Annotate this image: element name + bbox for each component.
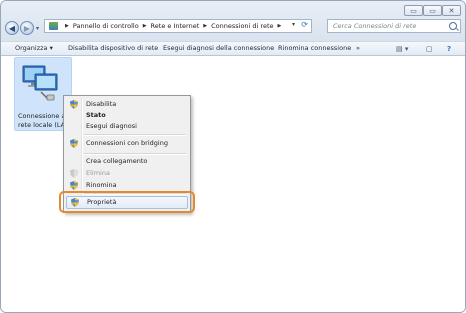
menu-separator: [84, 153, 186, 155]
address-dropdown-icon[interactable]: ▾: [292, 21, 295, 28]
search-placeholder: Cerca Connessioni di rete: [333, 22, 417, 30]
chevron-right-icon[interactable]: ▶: [203, 23, 207, 29]
search-input[interactable]: Cerca Connessioni di rete: [327, 19, 461, 33]
menu-item-delete: Elimina: [66, 168, 188, 179]
arrow-right-icon: ▶: [23, 23, 31, 33]
command-bar: Organizza ▾ Disabilita dispositivo di re…: [1, 41, 465, 56]
minimize-button[interactable]: ▭: [404, 5, 423, 16]
shield-icon: [70, 169, 78, 178]
menu-item-label: Connessioni con bridging: [86, 139, 168, 147]
breadcrumb-network-internet[interactable]: Rete e Internet: [151, 22, 200, 30]
menu-item-label: Rinomina: [86, 181, 117, 189]
address-bar[interactable]: ▶ Pannello di controllo ▶ Rete e Interne…: [44, 19, 312, 33]
title-bar: ▭ ▭ ✕ ◀ ▶ ▾ ▶ Pannello di controllo ▶ Re…: [1, 1, 465, 41]
chevron-right-icon[interactable]: ▶: [143, 23, 147, 29]
menu-item-label: Esegui diagnosi: [86, 122, 137, 130]
rename-connection-button[interactable]: Rinomina connessione: [278, 42, 351, 54]
menu-item-label: Disabilita: [86, 100, 117, 108]
disable-device-button[interactable]: Disabilita dispositivo di rete: [68, 42, 158, 54]
properties-highlight-outline: [59, 191, 195, 213]
menu-item-create-shortcut[interactable]: Crea collegamento: [66, 156, 188, 167]
minimize-icon: ▭: [410, 6, 417, 15]
menu-separator: [84, 134, 186, 136]
arrow-left-icon: ◀: [8, 23, 16, 33]
help-icon[interactable]: ?: [447, 45, 451, 53]
maximize-button[interactable]: ▭: [423, 5, 442, 16]
forward-button[interactable]: ▶: [20, 21, 34, 35]
control-panel-icon: [49, 22, 58, 30]
back-button[interactable]: ◀: [5, 21, 19, 35]
menu-item-label: Crea collegamento: [86, 157, 148, 165]
preview-pane-icon[interactable]: ▢: [426, 45, 433, 53]
close-button[interactable]: ✕: [442, 5, 461, 16]
breadcrumb-network-connections[interactable]: Connessioni di rete: [211, 22, 273, 30]
shield-icon: [70, 139, 78, 148]
chevron-right-icon[interactable]: ▶: [65, 23, 69, 29]
refresh-icon[interactable]: ⟳: [301, 20, 308, 29]
organize-button[interactable]: Organizza ▾: [15, 42, 53, 54]
more-commands-button[interactable]: »: [356, 42, 360, 54]
explorer-window: ▭ ▭ ✕ ◀ ▶ ▾ ▶ Pannello di controllo ▶ Re…: [0, 0, 466, 313]
diagnose-connection-button[interactable]: Esegui diagnosi della connessione: [163, 42, 274, 54]
menu-item-status[interactable]: Stato: [66, 110, 188, 121]
close-icon: ✕: [448, 6, 455, 15]
menu-item-rename[interactable]: Rinomina: [66, 180, 188, 191]
menu-item-diagnose[interactable]: Esegui diagnosi: [66, 121, 188, 132]
menu-item-label: Elimina: [86, 169, 110, 177]
network-adapter-icon: [22, 65, 58, 101]
recent-pages-dropdown[interactable]: ▾: [36, 25, 39, 32]
search-icon[interactable]: [449, 22, 457, 30]
shield-icon: [70, 100, 78, 109]
chevron-right-icon[interactable]: ▶: [278, 23, 282, 29]
breadcrumb-control-panel[interactable]: Pannello di controllo: [73, 22, 139, 30]
shield-icon: [70, 181, 78, 190]
menu-item-disable[interactable]: Disabilita: [66, 99, 188, 110]
change-view-icon[interactable]: ▤ ▾: [396, 45, 408, 53]
menu-item-bridge-connections[interactable]: Connessioni con bridging: [66, 138, 188, 149]
maximize-icon: ▭: [429, 6, 436, 15]
menu-item-label: Stato: [86, 111, 106, 119]
